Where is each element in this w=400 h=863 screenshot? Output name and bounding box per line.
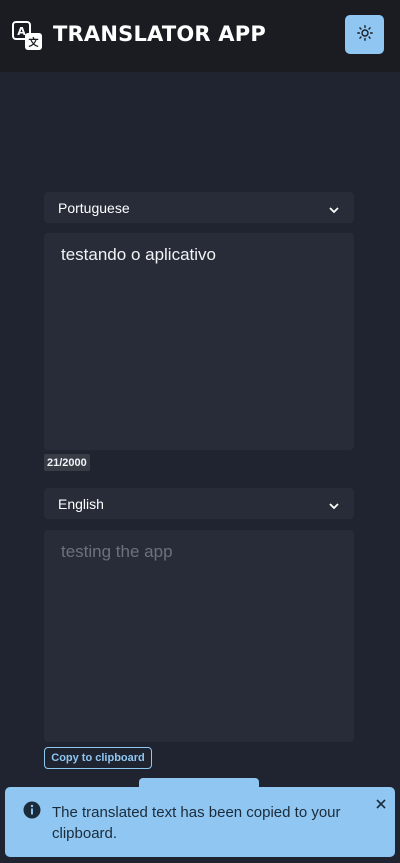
sun-icon (356, 25, 373, 44)
translated-text-output[interactable]: testing the app (44, 530, 354, 742)
target-language-value: English (58, 495, 104, 512)
svg-text:A: A (17, 25, 26, 38)
close-icon[interactable] (374, 797, 388, 816)
translate-icon: A 文 (12, 21, 44, 51)
chevron-down-icon (328, 202, 340, 218)
copied-notification: The translated text has been copied to y… (5, 787, 395, 857)
character-counter: 21/2000 (44, 454, 90, 471)
source-text-input[interactable]: testando o aplicativo (44, 233, 354, 450)
source-text: testando o aplicativo (61, 245, 216, 264)
app-header: A 文 TRANSLATOR APP (0, 0, 400, 72)
chevron-down-icon (328, 498, 340, 514)
source-language-value: Portuguese (58, 199, 130, 216)
app-title: TRANSLATOR APP (53, 22, 266, 46)
source-language-select[interactable]: Portuguese (44, 192, 354, 223)
translated-text: testing the app (61, 542, 173, 561)
theme-toggle-button[interactable] (345, 15, 384, 54)
svg-text:文: 文 (29, 36, 40, 49)
notification-message: The translated text has been copied to y… (52, 804, 341, 842)
target-language-select[interactable]: English (44, 488, 354, 519)
info-icon (23, 801, 41, 824)
copy-to-clipboard-button[interactable]: Copy to clipboard (44, 747, 152, 769)
